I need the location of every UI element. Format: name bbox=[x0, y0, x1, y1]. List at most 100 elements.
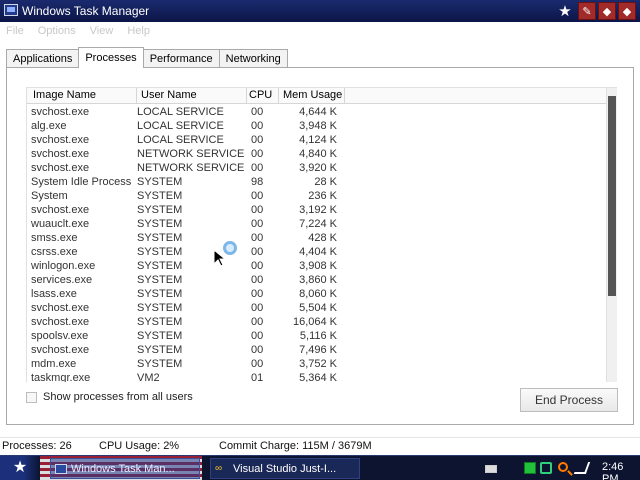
process-cpu: 00 bbox=[251, 260, 264, 272]
process-mem-usage: 4,124 K bbox=[299, 134, 337, 146]
status-green-icon[interactable] bbox=[524, 462, 536, 474]
process-image-name: alg.exe bbox=[31, 120, 67, 132]
process-image-name: System Idle Process bbox=[31, 176, 132, 188]
process-image-name: svchost.exe bbox=[31, 302, 90, 314]
process-image-name: spoolsv.exe bbox=[31, 330, 89, 342]
process-mem-usage: 5,504 K bbox=[299, 302, 337, 314]
column-image-name[interactable]: Image Name bbox=[27, 88, 137, 104]
help-button[interactable]: ✎ bbox=[578, 2, 596, 20]
process-user-name: LOCAL SERVICE bbox=[137, 120, 224, 132]
title-bar-buttons: ★ ✎ ◆ ◆ bbox=[554, 2, 636, 20]
process-row[interactable]: lsass.exe SYSTEM 00 8,060 K bbox=[27, 287, 607, 301]
tab-networking[interactable]: Networking bbox=[218, 49, 288, 68]
column-mem-usage[interactable]: Mem Usage bbox=[279, 88, 345, 104]
process-image-name: lsass.exe bbox=[31, 288, 77, 300]
process-cpu: 00 bbox=[251, 232, 264, 244]
show-all-users-option[interactable]: Show processes from all users bbox=[26, 391, 193, 403]
signal-icon[interactable] bbox=[573, 462, 591, 474]
process-user-name: SYSTEM bbox=[137, 316, 183, 328]
process-row[interactable]: svchost.exe NETWORK SERVICE 00 3,920 K bbox=[27, 161, 607, 175]
process-row[interactable]: csrss.exe SYSTEM 00 4,404 K bbox=[27, 245, 607, 259]
vertical-scrollbar[interactable] bbox=[606, 88, 617, 382]
process-user-name: SYSTEM bbox=[137, 176, 183, 188]
star-icon: ★ bbox=[558, 3, 572, 20]
visual-studio-icon: ∞ bbox=[215, 462, 223, 474]
menu-help[interactable]: Help bbox=[127, 22, 150, 40]
menu-file[interactable]: File bbox=[6, 22, 24, 40]
process-mem-usage: 236 K bbox=[308, 190, 337, 202]
process-cpu: 00 bbox=[251, 162, 264, 174]
list-header: Image Name User Name CPU Mem Usage bbox=[27, 88, 607, 104]
process-list[interactable]: Image Name User Name CPU Mem Usage svcho… bbox=[26, 87, 617, 382]
network-icon[interactable] bbox=[540, 462, 552, 474]
process-row[interactable]: svchost.exe SYSTEM 00 16,064 K bbox=[27, 315, 607, 329]
menu-options[interactable]: Options bbox=[38, 22, 76, 40]
star-icon: ★ bbox=[12, 459, 28, 476]
title-bar: Windows Task Manager ★ ✎ ◆ ◆ bbox=[0, 0, 640, 22]
process-row[interactable]: svchost.exe SYSTEM 00 3,192 K bbox=[27, 203, 607, 217]
process-cpu: 00 bbox=[251, 148, 264, 160]
taskbar: ★ Windows Task Man... ∞ Visual Studio Ju… bbox=[0, 455, 640, 480]
show-all-users-label: Show processes from all users bbox=[43, 391, 193, 403]
process-image-name: svchost.exe bbox=[31, 316, 90, 328]
process-row[interactable]: System Idle Process SYSTEM 98 28 K bbox=[27, 175, 607, 189]
process-row[interactable]: wuauclt.exe SYSTEM 00 7,224 K bbox=[27, 217, 607, 231]
process-row[interactable]: winlogon.exe SYSTEM 00 3,908 K bbox=[27, 259, 607, 273]
tab-performance[interactable]: Performance bbox=[142, 49, 220, 68]
menu-bar: File Options View Help bbox=[0, 22, 640, 40]
process-mem-usage: 16,064 K bbox=[292, 316, 337, 328]
process-user-name: SYSTEM bbox=[137, 218, 183, 230]
mouse-cursor-icon bbox=[214, 250, 226, 266]
process-cpu: 00 bbox=[251, 106, 264, 118]
process-row[interactable]: taskmgr.exe VM2 01 5,364 K bbox=[27, 371, 607, 382]
system-tray: 2:46 PM bbox=[480, 458, 640, 480]
show-all-users-checkbox[interactable] bbox=[26, 391, 37, 403]
process-image-name: winlogon.exe bbox=[31, 260, 96, 272]
taskbar-task-manager[interactable]: Windows Task Man... bbox=[50, 458, 200, 479]
column-cpu[interactable]: CPU bbox=[247, 88, 279, 104]
process-cpu: 00 bbox=[251, 302, 264, 314]
task-manager-icon bbox=[4, 4, 18, 16]
taskbar-clock[interactable]: 2:46 PM bbox=[602, 461, 640, 480]
process-user-name: SYSTEM bbox=[137, 190, 183, 202]
process-image-name: svchost.exe bbox=[31, 204, 90, 216]
window-title: Windows Task Manager bbox=[22, 4, 150, 18]
start-button[interactable]: ★ bbox=[0, 456, 40, 480]
process-image-name: smss.exe bbox=[31, 232, 78, 244]
process-mem-usage: 4,840 K bbox=[299, 148, 337, 160]
process-mem-usage: 4,404 K bbox=[299, 246, 337, 258]
process-row[interactable]: smss.exe SYSTEM 00 428 K bbox=[27, 231, 607, 245]
process-user-name: SYSTEM bbox=[137, 288, 183, 300]
search-icon[interactable] bbox=[558, 462, 568, 472]
taskbar-visual-studio[interactable]: ∞ Visual Studio Just-I... bbox=[210, 458, 360, 479]
column-user-name[interactable]: User Name bbox=[137, 88, 247, 104]
process-image-name: svchost.exe bbox=[31, 344, 90, 356]
process-row[interactable]: svchost.exe LOCAL SERVICE 00 4,124 K bbox=[27, 133, 607, 147]
process-row[interactable]: System SYSTEM 00 236 K bbox=[27, 189, 607, 203]
minimize-button[interactable]: ◆ bbox=[598, 2, 616, 20]
keyboard-icon[interactable] bbox=[485, 465, 497, 473]
process-row[interactable]: svchost.exe SYSTEM 00 5,504 K bbox=[27, 301, 607, 315]
process-cpu: 00 bbox=[251, 316, 264, 328]
tab-processes[interactable]: Processes bbox=[78, 47, 144, 68]
menu-view[interactable]: View bbox=[90, 22, 114, 40]
process-mem-usage: 3,948 K bbox=[299, 120, 337, 132]
process-row[interactable]: svchost.exe SYSTEM 00 7,496 K bbox=[27, 343, 607, 357]
process-cpu: 00 bbox=[251, 190, 264, 202]
close-button[interactable]: ◆ bbox=[618, 2, 636, 20]
process-cpu: 00 bbox=[251, 330, 264, 342]
process-user-name: NETWORK SERVICE bbox=[137, 162, 245, 174]
process-row[interactable]: svchost.exe LOCAL SERVICE 00 4,644 K bbox=[27, 105, 607, 119]
tab-applications[interactable]: Applications bbox=[6, 49, 80, 68]
end-process-button[interactable]: End Process bbox=[520, 388, 618, 412]
process-row[interactable]: services.exe SYSTEM 00 3,860 K bbox=[27, 273, 607, 287]
process-image-name: csrss.exe bbox=[31, 246, 78, 258]
scrollbar-thumb[interactable] bbox=[608, 96, 616, 296]
process-row[interactable]: mdm.exe SYSTEM 00 3,752 K bbox=[27, 357, 607, 371]
process-cpu: 00 bbox=[251, 120, 264, 132]
process-row[interactable]: spoolsv.exe SYSTEM 00 5,116 K bbox=[27, 329, 607, 343]
process-image-name: mdm.exe bbox=[31, 358, 77, 370]
process-row[interactable]: alg.exe LOCAL SERVICE 00 3,948 K bbox=[27, 119, 607, 133]
process-row[interactable]: svchost.exe NETWORK SERVICE 00 4,840 K bbox=[27, 147, 607, 161]
status-commit-charge: Commit Charge: 115M / 3679M bbox=[219, 440, 372, 452]
